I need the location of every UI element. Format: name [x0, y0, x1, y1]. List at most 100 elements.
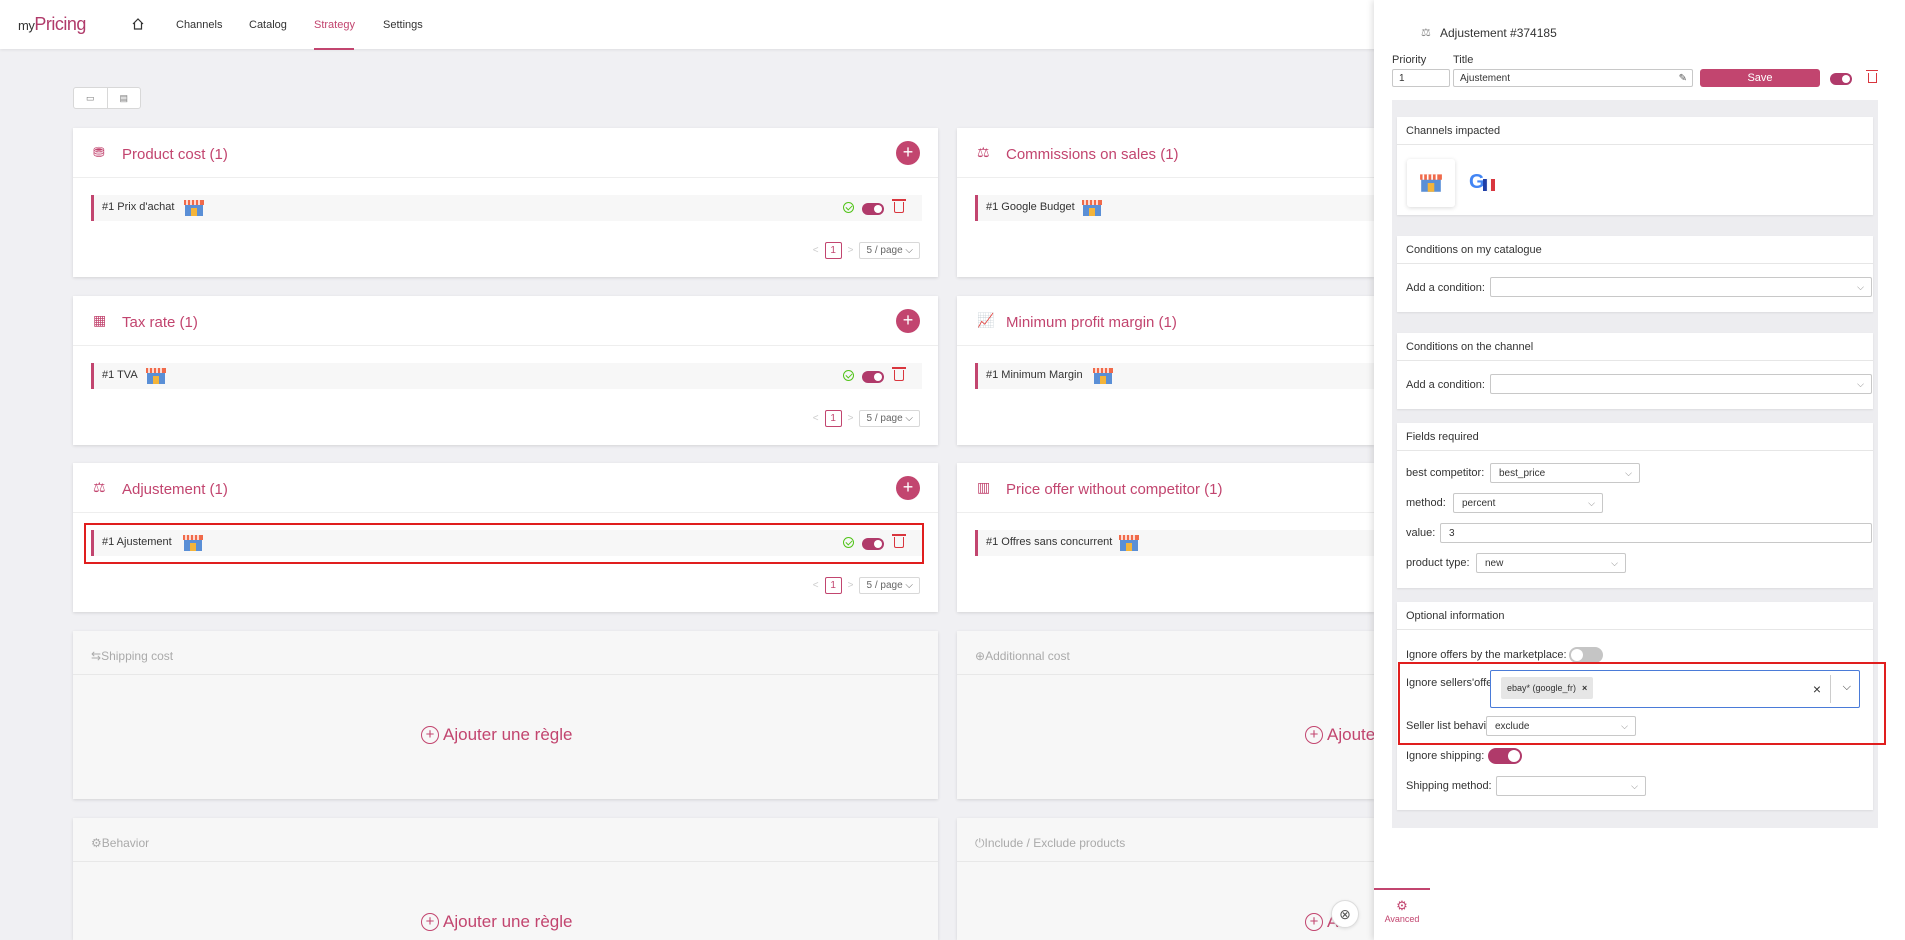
best-competitor-label: best competitor: [1406, 467, 1485, 479]
nav-channels[interactable]: Channels [176, 19, 222, 31]
delete-icon[interactable] [1866, 70, 1878, 83]
rule-toggle[interactable] [862, 371, 884, 383]
home-icon[interactable] [131, 17, 145, 31]
chevron-down-icon: ⌵ [1625, 468, 1632, 478]
method-select[interactable]: percent ⌵ [1453, 493, 1603, 513]
shipping-method-label: Shipping method: [1406, 780, 1492, 792]
panel-header: Fields required [1397, 423, 1873, 451]
close-drawer-icon[interactable]: ⊗ [1331, 900, 1359, 928]
edit-icon: ✎ [1678, 73, 1687, 84]
rule-row[interactable]: #1 Prix d'achat [91, 195, 922, 221]
card-header: 📈 Minimum profit margin (1) [957, 296, 1374, 346]
pagination: < 1 > 5 / page ⌵ [813, 410, 920, 427]
panel-header: Optional information [1397, 602, 1873, 630]
title-input[interactable]: Ajustement ✎ [1453, 69, 1693, 87]
add-rule-link[interactable]: + Ajoute [1305, 725, 1375, 745]
page-number[interactable]: 1 [824, 410, 842, 427]
rule-row[interactable]: #1 Minimum Margin [975, 363, 1374, 389]
save-button[interactable]: Save [1700, 69, 1820, 87]
shipping-cost-card: ⇆Shipping cost + Ajouter une règle [73, 631, 938, 799]
divider [73, 674, 938, 675]
delete-icon[interactable] [892, 367, 906, 381]
add-rule-button[interactable]: + [896, 309, 920, 333]
next-page-icon[interactable]: > [848, 245, 854, 256]
card-title: ⊕Additionnal cost [975, 649, 1070, 663]
google-fr-icon[interactable]: G [1469, 169, 1499, 195]
rule-label: #1 Minimum Margin [986, 369, 1083, 381]
chevron-down-icon: ⌵ [1857, 282, 1864, 292]
shipping-method-select[interactable]: ⌵ [1496, 776, 1646, 796]
store-icon [146, 368, 166, 384]
nav-active-indicator [314, 48, 354, 50]
chevron-down-icon: ⌵ [1857, 379, 1864, 389]
ignore-marketplace-toggle[interactable] [1569, 647, 1603, 663]
page-number[interactable]: 1 [824, 577, 842, 594]
card-title: Commissions on sales (1) [1006, 146, 1179, 163]
ignore-shipping-toggle[interactable] [1488, 748, 1522, 764]
app-logo[interactable]: myPricing [18, 14, 86, 35]
nav-settings[interactable]: Settings [383, 19, 423, 31]
page-size-select[interactable]: 5 / page ⌵ [859, 410, 920, 427]
prev-page-icon[interactable]: < [813, 245, 819, 256]
card-title: Product cost (1) [122, 146, 228, 163]
nav-strategy[interactable]: Strategy [314, 19, 355, 31]
card-title: Tax rate (1) [122, 314, 198, 331]
page-number[interactable]: 1 [824, 242, 842, 259]
next-page-icon[interactable]: > [848, 413, 854, 424]
best-competitor-select[interactable]: best_price ⌵ [1490, 463, 1640, 483]
ignore-marketplace-label: Ignore offers by the marketplace: [1406, 649, 1567, 661]
card-title: ⏻Include / Exclude products [975, 836, 1126, 850]
rule-toggle[interactable] [1830, 73, 1852, 85]
product-type-select[interactable]: new ⌵ [1476, 553, 1626, 573]
card-header: ⚖ Commissions on sales (1) [957, 128, 1374, 178]
panel-header: Conditions on the channel [1397, 333, 1873, 361]
plus-circle-icon: + [1305, 726, 1323, 744]
highlight-box [1398, 662, 1886, 745]
title-label: Title [1453, 54, 1474, 66]
catalogue-condition-select[interactable]: ⌵ [1490, 277, 1872, 297]
card-title: Adjustement (1) [122, 481, 228, 498]
card-title: Minimum profit margin (1) [1006, 314, 1177, 331]
product-type-label: product type: [1406, 557, 1470, 569]
nav-catalog[interactable]: Catalog [249, 19, 287, 31]
rule-row[interactable]: #1 TVA [91, 363, 922, 389]
store-icon [1420, 174, 1442, 192]
panel-header: Conditions on my catalogue [1397, 236, 1873, 264]
rule-row[interactable]: #1 Offres sans concurrent [975, 530, 1374, 556]
pagination: < 1 > 5 / page ⌵ [813, 242, 920, 259]
add-rule-button[interactable]: + [896, 141, 920, 165]
divider [73, 861, 938, 862]
method-label: method: [1406, 497, 1446, 509]
card-header: ⚖ Adjustement (1) + [73, 463, 938, 513]
list-view-icon[interactable]: ▭ [74, 88, 108, 108]
channel-condition-select[interactable]: ⌵ [1490, 374, 1872, 394]
adjustement-drawer: ⚖ Adjustement #374185 Priority Title 1 A… [1374, 0, 1905, 940]
add-condition-label: Add a condition: [1406, 379, 1485, 391]
page-size-select[interactable]: 5 / page ⌵ [859, 242, 920, 259]
add-rule-link[interactable]: + Ajouter une règle [421, 912, 572, 932]
priority-label: Priority [1392, 54, 1427, 66]
plus-circle-icon: + [1305, 913, 1323, 931]
rule-label: #1 Prix d'achat [102, 201, 175, 213]
add-rule-link[interactable]: + Ajouter une règle [421, 725, 572, 745]
rule-row[interactable]: #1 Google Budget [975, 195, 1374, 221]
store-icon [1082, 200, 1102, 216]
chevron-down-icon: ⌵ [1588, 498, 1595, 508]
channel-store-tile[interactable] [1407, 159, 1455, 207]
add-rule-button[interactable]: + [896, 476, 920, 500]
chart-icon: 📈 [977, 312, 995, 328]
card-header: ▥ Price offer without competitor (1) [957, 463, 1374, 513]
priority-input[interactable]: 1 [1392, 69, 1450, 87]
prev-page-icon[interactable]: < [813, 580, 819, 591]
page-size-select[interactable]: 5 / page ⌵ [859, 577, 920, 594]
grid-view-icon[interactable]: ▤ [108, 88, 141, 108]
delete-icon[interactable] [892, 199, 906, 213]
next-page-icon[interactable]: > [848, 580, 854, 591]
ignore-shipping-label: Ignore shipping: [1406, 750, 1485, 762]
tab-advanced[interactable]: ⚙ Avanced [1374, 888, 1430, 940]
plus-circle-icon: + [421, 726, 439, 744]
rule-toggle[interactable] [862, 203, 884, 215]
value-input[interactable]: 3 [1440, 523, 1872, 543]
channels-panel: Channels impacted G [1397, 117, 1873, 215]
prev-page-icon[interactable]: < [813, 413, 819, 424]
